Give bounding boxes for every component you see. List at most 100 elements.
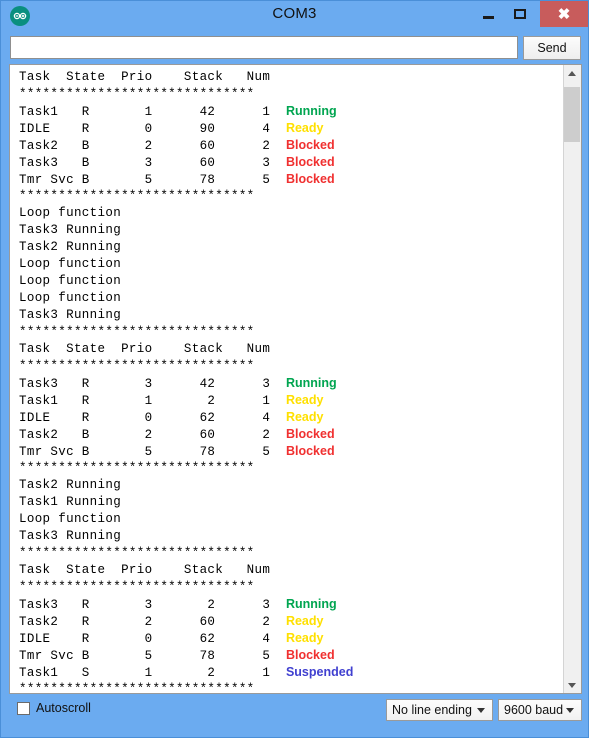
console-line: Task1 Running <box>19 494 563 511</box>
task-state-label: Running <box>285 104 337 118</box>
console-line-text: Task2 R 2 60 2 <box>19 615 286 629</box>
console-line: Task2 Running <box>19 477 563 494</box>
console-line: Task2 Running <box>19 239 563 256</box>
maximize-button[interactable] <box>504 1 536 27</box>
console-line: ****************************** <box>19 358 563 375</box>
console-line: ****************************** <box>19 324 563 341</box>
task-state-label: Ready <box>285 410 324 424</box>
close-icon: ✖ <box>557 5 571 23</box>
close-button[interactable]: ✖ <box>540 1 588 27</box>
chevron-down-icon <box>568 682 576 688</box>
console-line-text: Task3 Running <box>19 223 122 237</box>
console-line-text: Task1 Running <box>19 495 122 509</box>
autoscroll-toggle[interactable]: Autoscroll <box>17 701 91 715</box>
console-line-text: Task3 B 3 60 3 <box>19 156 286 170</box>
task-state-label: Blocked <box>285 172 335 186</box>
maximize-icon <box>514 9 526 19</box>
console-line-text: Loop function <box>19 274 122 288</box>
line-ending-select[interactable]: No line ending <box>386 699 493 721</box>
minimize-button[interactable] <box>472 1 504 27</box>
console-line-text: Task1 R 1 2 1 <box>19 394 286 408</box>
serial-send-input[interactable] <box>10 36 518 59</box>
console-line-text: IDLE R 0 62 4 <box>19 411 286 425</box>
console-line: Tmr Svc B 5 78 5 Blocked <box>19 171 563 188</box>
baud-rate-select[interactable]: 9600 baud <box>498 699 582 721</box>
console-line: Task1 S 1 2 1 Suspended <box>19 664 563 681</box>
console-line: ****************************** <box>19 681 563 693</box>
task-state-label: Blocked <box>285 427 335 441</box>
console-line: Task1 R 1 42 1 Running <box>19 103 563 120</box>
console-line-text: Task3 Running <box>19 529 122 543</box>
console-line: ****************************** <box>19 545 563 562</box>
console-line-text: Task2 B 2 60 2 <box>19 428 286 442</box>
console-line: Task3 Running <box>19 222 563 239</box>
console-line: Task3 R 3 2 3 Running <box>19 596 563 613</box>
console-line-text: ****************************** <box>19 546 255 560</box>
console-line-text: ****************************** <box>19 359 255 373</box>
task-state-label: Ready <box>285 631 324 645</box>
scrollbar-thumb[interactable] <box>564 87 580 142</box>
console-line: Loop function <box>19 273 563 290</box>
console-line: IDLE R 0 90 4 Ready <box>19 120 563 137</box>
console-line: Loop function <box>19 205 563 222</box>
task-state-label: Blocked <box>285 648 335 662</box>
console-line: Loop function <box>19 290 563 307</box>
console-line: Task2 B 2 60 2 Blocked <box>19 137 563 154</box>
send-button[interactable]: Send <box>523 36 581 60</box>
console-line: Task State Prio Stack Num <box>19 341 563 358</box>
console-line: ****************************** <box>19 188 563 205</box>
console-line: Task State Prio Stack Num <box>19 562 563 579</box>
chevron-down-icon <box>566 708 574 713</box>
console-line: Task3 R 3 42 3 Running <box>19 375 563 392</box>
task-state-label: Suspended <box>285 665 354 679</box>
autoscroll-checkbox[interactable] <box>17 701 30 715</box>
console-scrollbar[interactable] <box>563 65 581 693</box>
console-line-text: Loop function <box>19 291 122 305</box>
console-line: Tmr Svc B 5 78 5 Blocked <box>19 647 563 664</box>
console-line: Task2 B 2 60 2 Blocked <box>19 426 563 443</box>
console-line-text: Task State Prio Stack Num <box>19 563 271 577</box>
client-area: Send Task State Prio Stack Num **********… <box>7 31 584 731</box>
chevron-up-icon <box>568 70 576 76</box>
console-line-text: IDLE R 0 62 4 <box>19 632 286 646</box>
console-line-text: Loop function <box>19 512 122 526</box>
console-line: Task3 Running <box>19 528 563 545</box>
console-line-text: Task3 R 3 2 3 <box>19 598 286 612</box>
scroll-up-button[interactable] <box>564 65 580 81</box>
line-ending-value: No line ending <box>392 703 472 717</box>
console-line-text: ****************************** <box>19 580 255 594</box>
console-line: Tmr Svc B 5 78 5 Blocked <box>19 443 563 460</box>
autoscroll-label: Autoscroll <box>36 701 91 715</box>
console-line: Task1 R 1 2 1 Ready <box>19 392 563 409</box>
console-line: Loop function <box>19 511 563 528</box>
console-line-text: Loop function <box>19 257 122 271</box>
console-line: Task3 Running <box>19 307 563 324</box>
console-line-text: Task2 Running <box>19 240 122 254</box>
baud-rate-value: 9600 baud <box>504 703 564 717</box>
console-line: Task2 R 2 60 2 Ready <box>19 613 563 630</box>
console-line: Task State Prio Stack Num <box>19 69 563 86</box>
console-panel: Task State Prio Stack Num ***************… <box>9 64 582 694</box>
task-state-label: Ready <box>285 393 324 407</box>
console-line: Task3 B 3 60 3 Blocked <box>19 154 563 171</box>
console-line-text: ****************************** <box>19 461 255 475</box>
console-line-text: Task1 S 1 2 1 <box>19 666 286 680</box>
console-line: IDLE R 0 62 4 Ready <box>19 630 563 647</box>
console-line-text: ****************************** <box>19 189 255 203</box>
task-state-label: Running <box>285 597 337 611</box>
console-line-text: Loop function <box>19 206 122 220</box>
console-line: IDLE R 0 62 4 Ready <box>19 409 563 426</box>
console-line-text: ****************************** <box>19 87 255 101</box>
console-line-text: Task3 R 3 42 3 <box>19 377 286 391</box>
task-state-label: Blocked <box>285 444 335 458</box>
console-line-text: Task1 R 1 42 1 <box>19 105 286 119</box>
console-line: ****************************** <box>19 86 563 103</box>
task-state-label: Ready <box>285 614 324 628</box>
console-line-text: Tmr Svc B 5 78 5 <box>19 445 286 459</box>
task-state-label: Ready <box>285 121 324 135</box>
console-line-text: Task State Prio Stack Num <box>19 342 271 356</box>
serial-output-console[interactable]: Task State Prio Stack Num ***************… <box>10 65 563 693</box>
minimize-icon <box>482 15 494 19</box>
scroll-down-button[interactable] <box>564 677 580 693</box>
console-line-text: Task2 B 2 60 2 <box>19 139 286 153</box>
